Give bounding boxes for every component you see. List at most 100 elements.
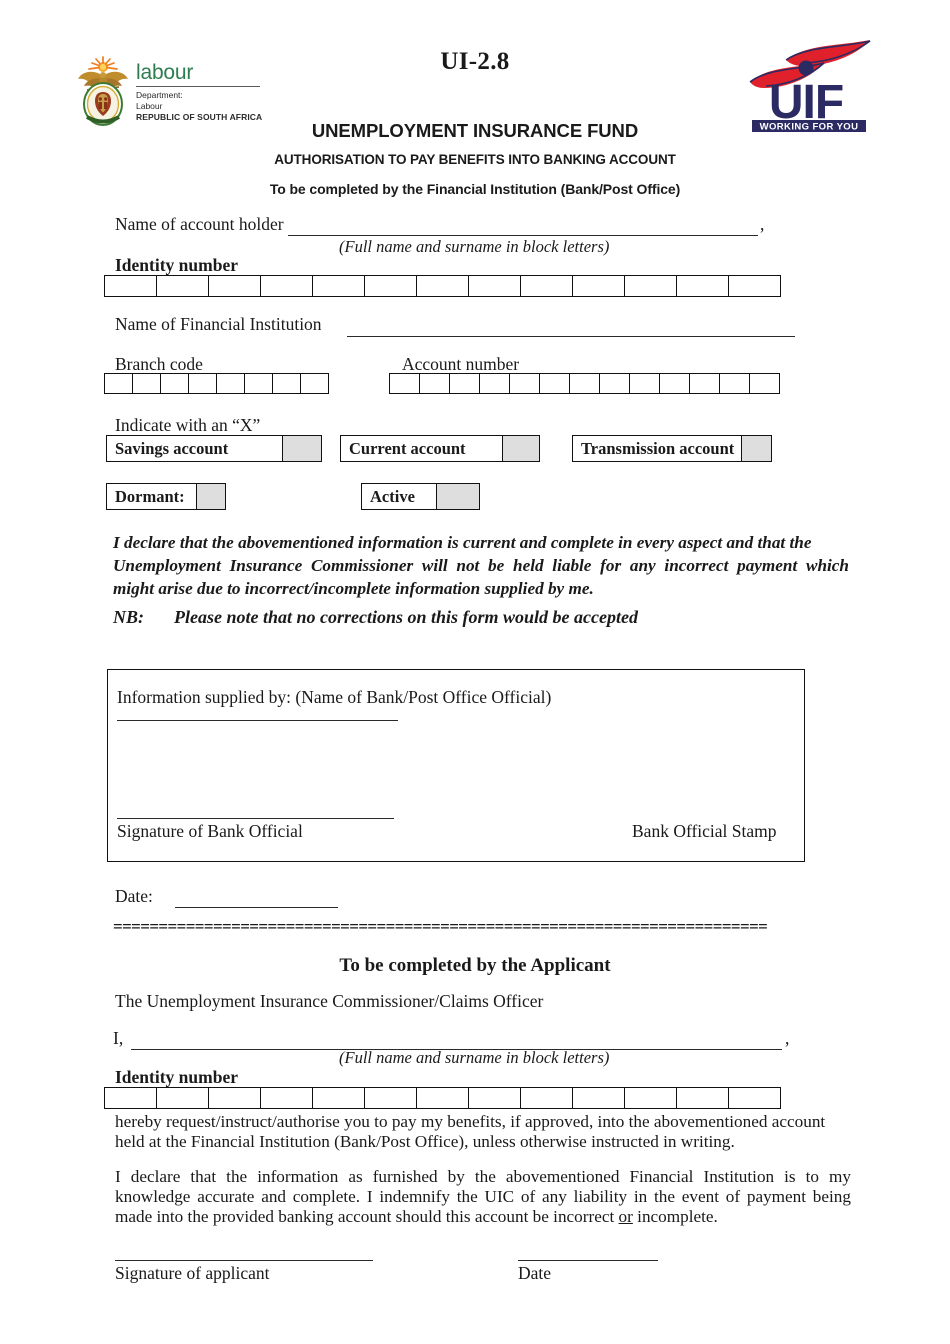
id-cell[interactable] [624,275,677,297]
organisation-title: UNEMPLOYMENT INSURANCE FUND [311,120,639,141]
id-cell[interactable] [416,275,469,297]
id-cell[interactable] [156,1087,209,1109]
bank-identity-number-label: Identity number [115,255,238,275]
bank-declaration-line-1: I declare that the abovementioned inform… [113,533,812,552]
account-cell[interactable] [419,373,450,394]
bank-date-label: Date: [115,886,153,906]
id-cell[interactable] [728,1087,781,1109]
bank-date-input[interactable] [175,907,338,908]
account-cell[interactable] [509,373,540,394]
bank-declaration-line-2: Unemployment Insurance Commissioner will… [113,556,849,575]
id-cell[interactable] [728,275,781,297]
account-holder-label: Name of account holder [115,214,284,234]
option-dormant[interactable]: Dormant: [106,483,226,510]
labour-department-line-2: Labour [136,100,163,111]
id-cell[interactable] [364,1087,417,1109]
id-cell[interactable] [208,275,261,297]
branch-cell[interactable] [244,373,273,394]
option-savings-account[interactable]: Savings account [106,435,322,462]
id-cell[interactable] [676,275,729,297]
nb-text: Please note that no corrections on this … [174,607,638,627]
information-supplied-by-input[interactable] [117,720,398,721]
form-header: labour Department: Labour REPUBLIC OF SO… [0,0,950,197]
account-cell[interactable] [659,373,690,394]
option-current-account-tickbox[interactable] [502,436,539,461]
id-cell[interactable] [468,1087,521,1109]
indicate-instruction: Indicate with an “X” [115,415,261,435]
id-cell[interactable] [468,275,521,297]
account-holder-input[interactable] [288,235,758,236]
account-holder-hint: (Full name and surname in block letters) [339,237,610,256]
id-cell[interactable] [104,1087,157,1109]
applicant-indemnity-line-3-a: made into the provided banking account s… [115,1207,619,1226]
branch-cell[interactable] [216,373,245,394]
branch-cell[interactable] [188,373,217,394]
id-cell[interactable] [312,1087,365,1109]
id-cell[interactable] [208,1087,261,1109]
id-cell[interactable] [572,1087,625,1109]
option-transmission-account-tickbox[interactable] [741,436,771,461]
account-cell[interactable] [749,373,780,394]
id-cell[interactable] [520,275,573,297]
id-cell[interactable] [572,275,625,297]
bank-identity-number-grid[interactable] [104,275,781,297]
option-current-account[interactable]: Current account [340,435,540,462]
account-cell[interactable] [539,373,570,394]
account-number-label: Account number [402,354,520,374]
id-cell[interactable] [416,1087,469,1109]
information-supplied-by-label: Information supplied by: (Name of Bank/P… [117,687,552,707]
account-cell[interactable] [629,373,660,394]
option-savings-account-label: Savings account [115,438,229,458]
applicant-i-label: I, [113,1028,124,1048]
branch-cell[interactable] [160,373,189,394]
form-purpose-title: AUTHORISATION TO PAY BENEFITS INTO BANKI… [274,152,676,167]
financial-institution-input[interactable] [347,336,795,337]
account-cell[interactable] [599,373,630,394]
nb-label: NB: [113,607,144,627]
account-cell[interactable] [449,373,480,394]
id-cell[interactable] [260,1087,313,1109]
option-dormant-label: Dormant: [115,486,185,506]
option-active[interactable]: Active [361,483,480,510]
id-cell[interactable] [676,1087,729,1109]
option-active-tickbox[interactable] [436,484,479,509]
id-cell[interactable] [624,1087,677,1109]
branch-cell[interactable] [272,373,301,394]
applicant-date-label: Date [518,1263,552,1283]
bank-official-signature-input[interactable] [117,818,394,819]
applicant-indemnity-line-3: made into the provided banking account s… [115,1205,851,1229]
account-cell[interactable] [569,373,600,394]
account-cell[interactable] [389,373,420,394]
bank-official-stamp-label: Bank Official Stamp [632,821,777,841]
branch-code-label: Branch code [115,354,203,374]
id-cell[interactable] [260,275,313,297]
applicant-identity-number-label: Identity number [115,1067,238,1087]
id-cell[interactable] [104,275,157,297]
financial-institution-label: Name of Financial Institution [115,314,322,334]
applicant-signature-label: Signature of applicant [115,1263,270,1283]
branch-cell[interactable] [104,373,133,394]
account-cell[interactable] [719,373,750,394]
applicant-signature-input[interactable] [115,1260,373,1261]
account-cell[interactable] [689,373,720,394]
applicant-indemnity-or-underline: or [618,1207,633,1226]
applicant-identity-number-grid[interactable] [104,1087,781,1109]
id-cell[interactable] [520,1087,573,1109]
section-divider: ========================================… [113,917,768,936]
id-cell[interactable] [364,275,417,297]
account-cell[interactable] [479,373,510,394]
branch-cell[interactable] [300,373,329,394]
applicant-name-comma: , [785,1028,790,1048]
branch-cell[interactable] [132,373,161,394]
option-dormant-tickbox[interactable] [196,484,225,509]
section-bank-instruction: To be completed by the Financial Institu… [269,181,681,197]
option-transmission-account[interactable]: Transmission account [572,435,772,462]
branch-code-grid[interactable] [104,373,329,394]
applicant-addressee: The Unemployment Insurance Commissioner/… [115,991,544,1011]
id-cell[interactable] [156,275,209,297]
applicant-name-hint: (Full name and surname in block letters) [339,1048,610,1067]
id-cell[interactable] [312,275,365,297]
option-savings-account-tickbox[interactable] [282,436,321,461]
applicant-date-input[interactable] [518,1260,658,1261]
account-number-grid[interactable] [389,373,780,394]
